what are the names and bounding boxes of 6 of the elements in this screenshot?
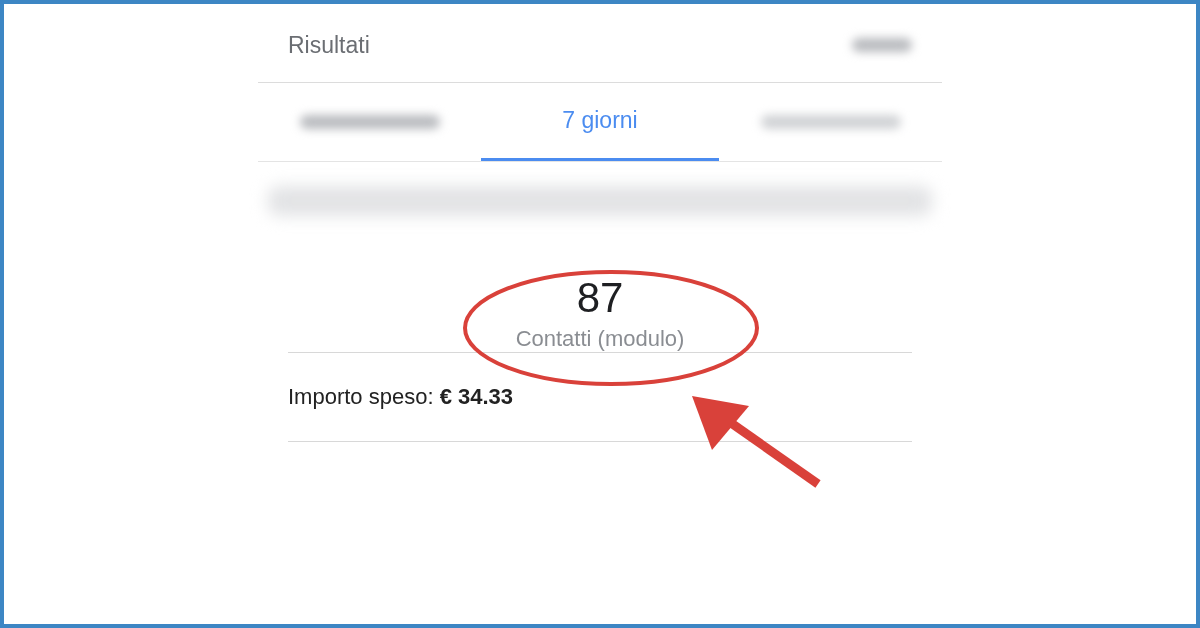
metric-value: 87 [576,274,624,322]
amount-spent: Importo speso: € 34.33 [288,384,514,410]
tab[interactable]: 7 giorni [481,83,719,161]
screen-title: Risultati [288,31,370,59]
blurred-item [852,38,912,52]
metric-label: Contatti (modulo) [515,326,685,352]
